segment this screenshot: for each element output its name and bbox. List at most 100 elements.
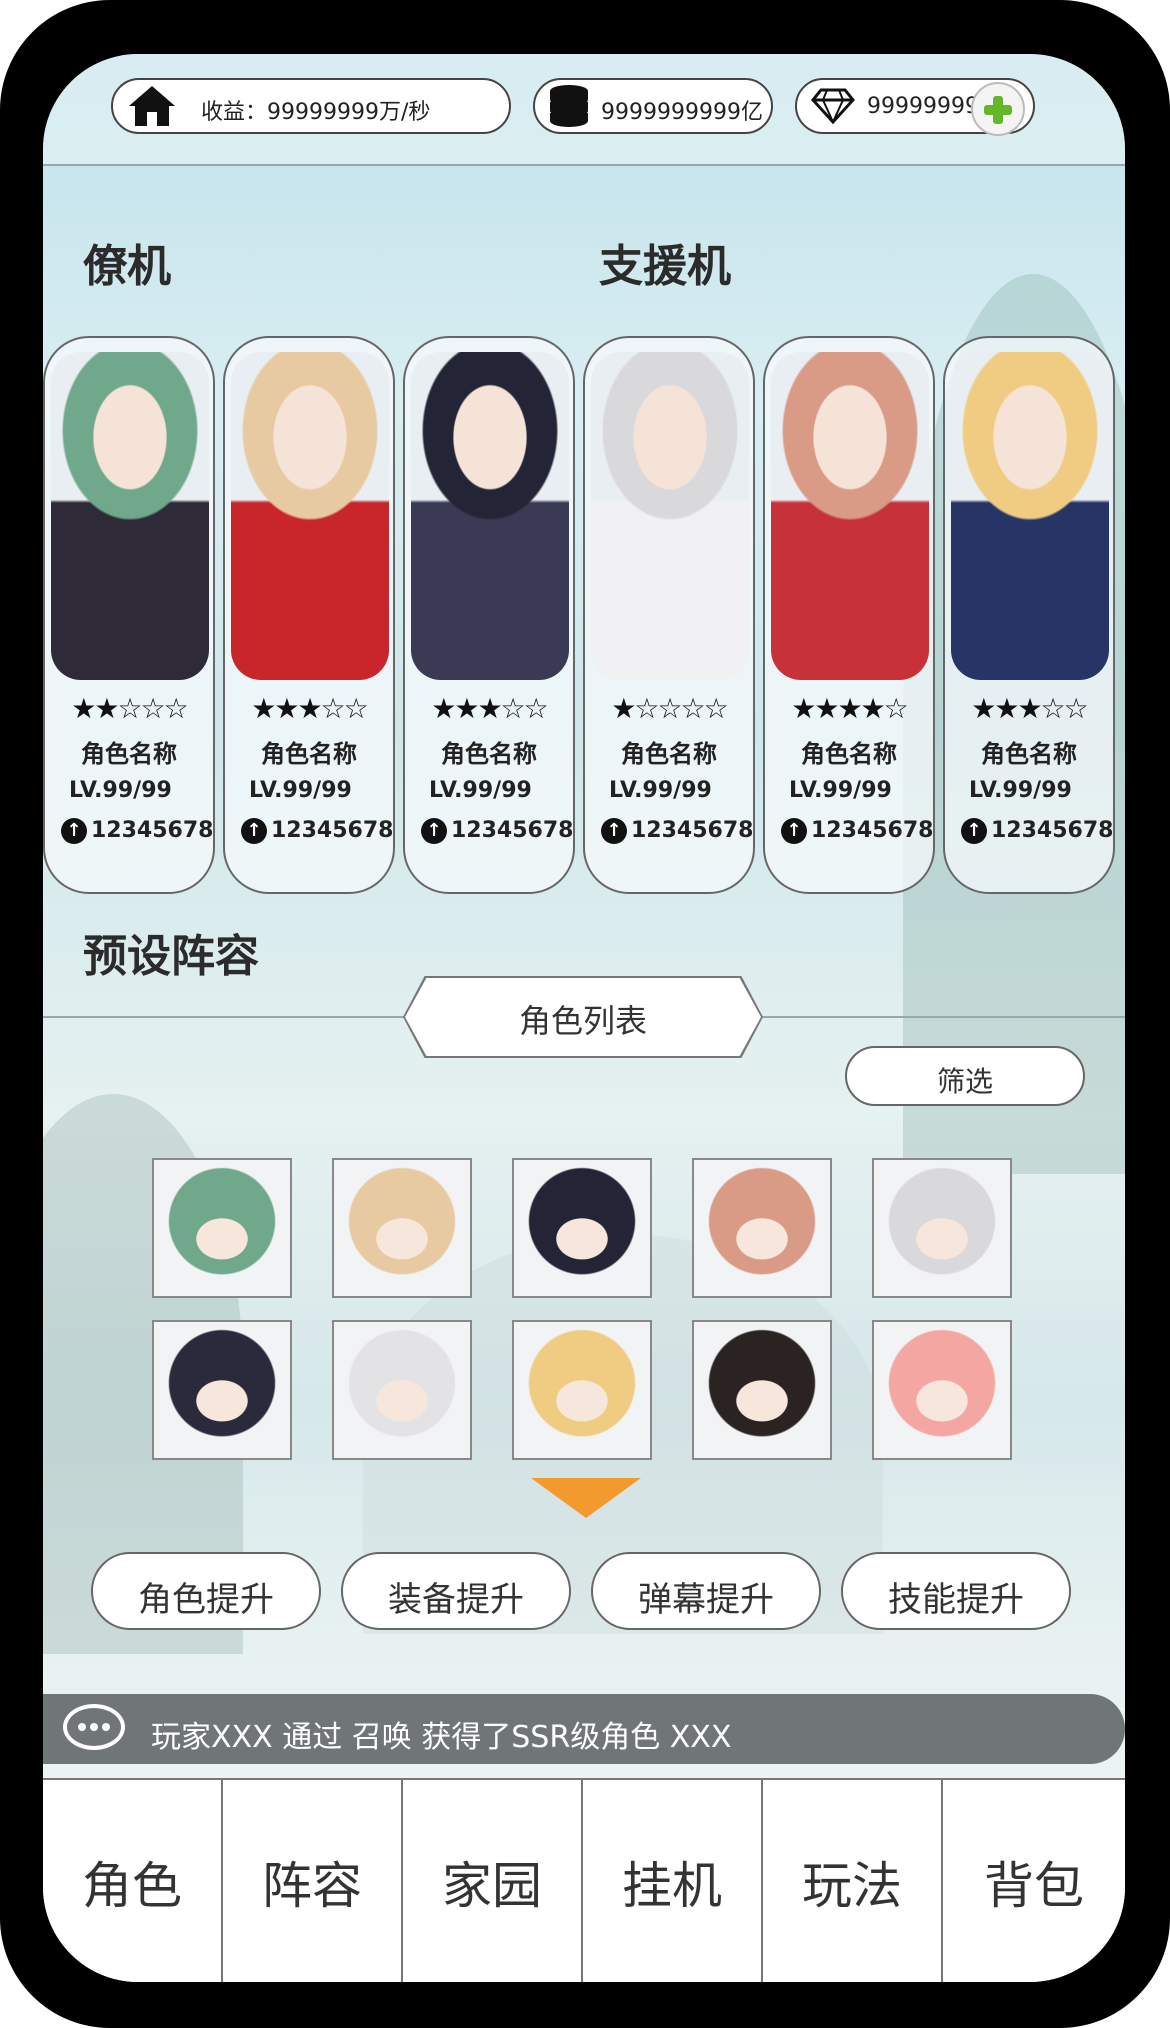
upgrade-arrow-icon: ↑: [421, 818, 447, 844]
character-name: 角色名称: [261, 740, 357, 768]
skill-upgrade-label: 技能提升: [888, 1580, 1024, 1620]
equip-upgrade-label: 装备提升: [388, 1580, 524, 1620]
support-title: 支援机: [599, 241, 731, 292]
barrage-upgrade-button[interactable]: 弹幕提升: [591, 1552, 821, 1630]
upgrade-arrow-icon: ↑: [961, 818, 987, 844]
power-number: 12345678: [991, 818, 1114, 843]
roster-character-thumbnail[interactable]: [872, 1320, 1012, 1460]
character-card[interactable]: ★★★☆☆ 角色名称 LV.99/99 ↑ 12345678: [223, 336, 395, 894]
announcement-ticker: 玩家XXX 通过 召唤 获得了SSR级角色 XXX: [43, 1694, 1125, 1764]
rarity-stars: ★★☆☆☆: [71, 692, 189, 725]
roster-character-thumbnail[interactable]: [152, 1158, 292, 1298]
income-text: 收益：99999999万/秒: [201, 100, 431, 125]
power-value: ↑ 12345678: [61, 818, 213, 844]
coins-pill[interactable]: 9999999999亿: [533, 78, 773, 134]
filter-label: 筛选: [936, 1065, 993, 1098]
barrage-upgrade-label: 弹幕提升: [638, 1580, 774, 1620]
tab-home[interactable]: 家园: [403, 1780, 583, 1982]
character-level: LV.99/99: [789, 778, 892, 803]
character-card[interactable]: ★★★☆☆ 角色名称 LV.99/99 ↑ 12345678: [943, 336, 1115, 894]
tab-idle[interactable]: 挂机: [583, 1780, 763, 1982]
tab-character[interactable]: 角色: [43, 1780, 223, 1982]
rarity-stars: ★★★★☆: [791, 692, 909, 725]
character-card[interactable]: ★★★☆☆ 角色名称 LV.99/99 ↑ 12345678: [403, 336, 575, 894]
coins-text: 9999999999亿: [601, 100, 763, 125]
power-value: ↑ 12345678: [601, 818, 753, 844]
power-value: ↑ 12345678: [961, 818, 1113, 844]
character-card[interactable]: ★☆☆☆☆ 角色名称 LV.99/99 ↑ 12345678: [583, 336, 755, 894]
roster-character-thumbnail[interactable]: [512, 1158, 652, 1298]
character-level: LV.99/99: [969, 778, 1072, 803]
bottom-nav: 角色 阵容 家园 挂机 玩法 背包: [43, 1778, 1125, 1982]
expand-arrow-icon[interactable]: [531, 1478, 641, 1518]
tab-label: 阵容: [262, 1857, 362, 1915]
roster-character-thumbnail[interactable]: [692, 1320, 832, 1460]
character-portrait: [771, 352, 929, 680]
upgrade-arrow-icon: ↑: [781, 818, 807, 844]
tab-bag[interactable]: 背包: [943, 1780, 1125, 1982]
character-name: 角色名称: [441, 740, 537, 768]
roster-character-thumbnail[interactable]: [152, 1320, 292, 1460]
roster-character-thumbnail[interactable]: [692, 1158, 832, 1298]
wingman-title: 僚机: [83, 241, 171, 292]
roster-character-thumbnail[interactable]: [332, 1158, 472, 1298]
diamond-icon: [811, 88, 855, 124]
rarity-stars: ★☆☆☆☆: [611, 692, 729, 725]
character-name: 角色名称: [801, 740, 897, 768]
top-resource-bar: 收益：99999999万/秒 9999999999亿 99999999: [43, 54, 1125, 166]
character-portrait: [951, 352, 1109, 680]
character-portrait: [51, 352, 209, 680]
character-level: LV.99/99: [249, 778, 352, 803]
upgrade-arrow-icon: ↑: [241, 818, 267, 844]
power-value: ↑ 12345678: [421, 818, 573, 844]
character-name: 角色名称: [621, 740, 717, 768]
equip-upgrade-button[interactable]: 装备提升: [341, 1552, 571, 1630]
power-number: 12345678: [271, 818, 394, 843]
power-value: ↑ 12345678: [781, 818, 933, 844]
phone-frame: 收益：99999999万/秒 9999999999亿 99999999 僚机 支…: [0, 0, 1170, 2028]
preset-lineup-title: 预设阵容: [83, 931, 259, 982]
power-number: 12345678: [451, 818, 574, 843]
upgrade-arrow-icon: ↑: [601, 818, 627, 844]
character-name: 角色名称: [981, 740, 1077, 768]
power-number: 12345678: [811, 818, 934, 843]
skill-upgrade-button[interactable]: 技能提升: [841, 1552, 1071, 1630]
power-number: 12345678: [91, 818, 214, 843]
power-number: 12345678: [631, 818, 754, 843]
role-list-title: 角色列表: [518, 1002, 647, 1040]
power-value: ↑ 12345678: [241, 818, 393, 844]
chat-bubble-icon: [63, 1704, 125, 1750]
character-portrait: [591, 352, 749, 680]
character-level: LV.99/99: [69, 778, 172, 803]
rarity-stars: ★★★☆☆: [431, 692, 549, 725]
tab-label: 玩法: [802, 1857, 902, 1915]
role-upgrade-label: 角色提升: [138, 1580, 274, 1620]
tab-label: 挂机: [622, 1857, 722, 1915]
character-portrait: [231, 352, 389, 680]
role-list-banner: 角色列表: [405, 978, 761, 1056]
character-card[interactable]: ★★★★☆ 角色名称 LV.99/99 ↑ 12345678: [763, 336, 935, 894]
rarity-stars: ★★★☆☆: [251, 692, 369, 725]
upgrade-arrow-icon: ↑: [61, 818, 87, 844]
ticker-message: 玩家XXX 通过 召唤 获得了SSR级角色 XXX: [151, 1720, 732, 1755]
tab-lineup[interactable]: 阵容: [223, 1780, 403, 1982]
character-name: 角色名称: [81, 740, 177, 768]
roster-character-thumbnail[interactable]: [872, 1158, 1012, 1298]
roster-character-thumbnail[interactable]: [512, 1320, 652, 1460]
character-card[interactable]: ★★☆☆☆ 角色名称 LV.99/99 ↑ 12345678: [43, 336, 215, 894]
role-upgrade-button[interactable]: 角色提升: [91, 1552, 321, 1630]
income-pill[interactable]: 收益：99999999万/秒: [111, 78, 511, 134]
add-gems-plus-icon[interactable]: [971, 82, 1025, 136]
tab-gameplay[interactable]: 玩法: [763, 1780, 943, 1982]
tab-label: 家园: [442, 1857, 542, 1915]
roster-character-thumbnail[interactable]: [332, 1320, 472, 1460]
character-portrait: [411, 352, 569, 680]
filter-button[interactable]: 筛选: [845, 1046, 1085, 1106]
tab-label: 背包: [984, 1857, 1084, 1915]
rarity-stars: ★★★☆☆: [971, 692, 1089, 725]
character-level: LV.99/99: [429, 778, 532, 803]
coin-stack-icon: [550, 85, 588, 127]
game-screen: 收益：99999999万/秒 9999999999亿 99999999 僚机 支…: [43, 54, 1125, 1982]
tab-label: 角色: [82, 1857, 182, 1915]
gems-text: 99999999: [867, 94, 979, 119]
